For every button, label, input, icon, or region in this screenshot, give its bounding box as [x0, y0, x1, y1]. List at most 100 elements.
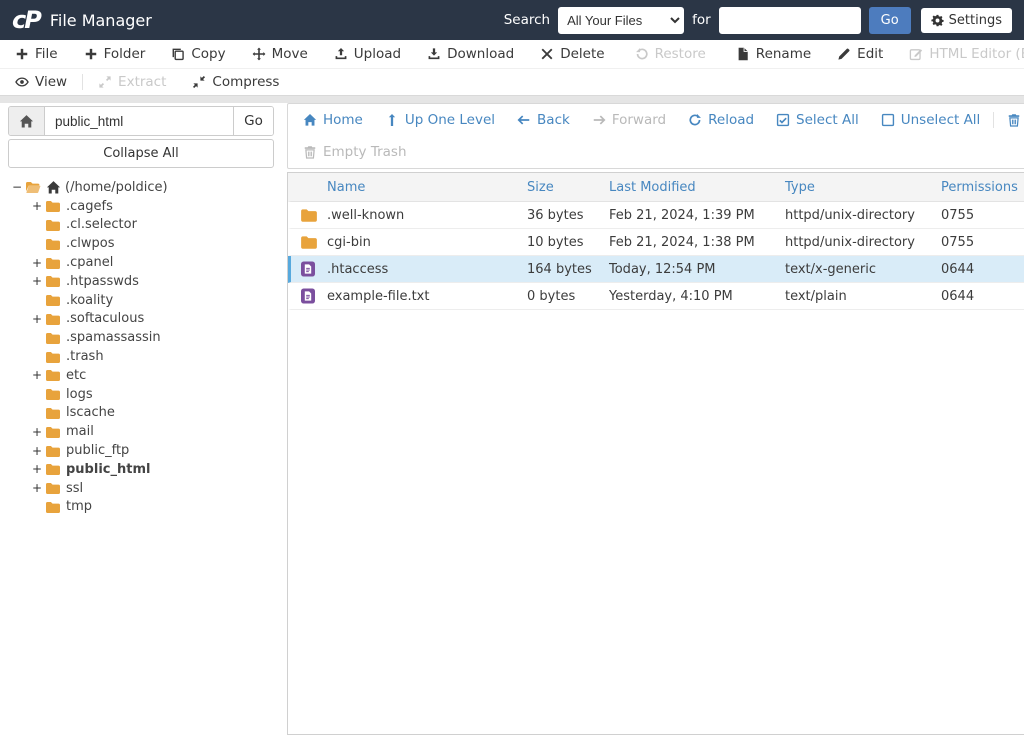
file-row-htaccess[interactable]: .htaccess 164 bytes Today, 12:54 PM text/x-…: [288, 256, 1024, 283]
column-header-permissions[interactable]: Permissions: [941, 180, 1024, 195]
search-scope-select[interactable]: All Your Files: [558, 6, 685, 34]
tree-item-home-poldice[interactable]: − (/home/poldice): [8, 178, 274, 197]
left-icon: [517, 113, 531, 127]
tree-item-spamassassin[interactable]: .spamassassin: [8, 328, 274, 347]
table-header: Name Size Last Modified Type Permissions: [288, 173, 1024, 202]
column-header-name[interactable]: Name: [327, 180, 527, 195]
delete-button[interactable]: Delete: [527, 46, 617, 62]
tree-item-public-ftp[interactable]: + public_ftp: [8, 441, 274, 460]
home-addon[interactable]: [9, 107, 45, 135]
back-button[interactable]: Back: [506, 112, 581, 128]
download-button[interactable]: Download: [414, 46, 527, 62]
path-input[interactable]: [45, 107, 233, 135]
upload-button[interactable]: Upload: [321, 46, 414, 62]
square-icon: [881, 113, 895, 127]
tree-item-koality[interactable]: .koality: [8, 291, 274, 310]
tree-item-logs[interactable]: logs: [8, 385, 274, 404]
file-type-icon-cell: [291, 206, 327, 224]
file-name: .htaccess: [327, 261, 389, 277]
folder-button[interactable]: Folder: [71, 46, 159, 62]
tree-item-trash[interactable]: .trash: [8, 347, 274, 366]
collapse-all-button[interactable]: Collapse All: [8, 139, 274, 168]
tree-label: tmp: [66, 499, 93, 515]
folder-icon: [45, 273, 61, 289]
tree-item-mail[interactable]: + mail: [8, 422, 274, 441]
folder-icon: [45, 198, 61, 214]
search-label: Search: [503, 12, 551, 28]
search-input[interactable]: [718, 6, 861, 34]
copy-button[interactable]: Copy: [158, 46, 238, 62]
reload-label: Reload: [708, 112, 755, 128]
expand-icon[interactable]: +: [32, 481, 45, 495]
home-icon: [303, 113, 317, 127]
unselect-all-label: Unselect All: [900, 112, 981, 128]
compress-button[interactable]: Compress: [179, 74, 292, 90]
column-header-size[interactable]: Size: [527, 180, 609, 195]
reload-button[interactable]: Reload: [677, 112, 765, 128]
tree-item-lscache[interactable]: lscache: [8, 404, 274, 423]
expand-icon[interactable]: +: [32, 312, 45, 326]
tree-label: etc: [66, 367, 87, 383]
file-name: cgi-bin: [327, 234, 371, 250]
expand-icon[interactable]: +: [32, 199, 45, 213]
tree-item-cpanel[interactable]: + .cpanel: [8, 253, 274, 272]
folder-label: Folder: [103, 46, 146, 62]
tree-item-cagefs[interactable]: + .cagefs: [8, 197, 274, 216]
settings-button[interactable]: Settings: [920, 7, 1012, 33]
file-type-icon-cell: [291, 261, 327, 277]
forward-button: Forward: [581, 112, 677, 128]
tree-item-tmp[interactable]: tmp: [8, 498, 274, 517]
expand-icon[interactable]: +: [32, 274, 45, 288]
file-type: httpd/unix-directory: [785, 234, 915, 250]
extract-button: Extract: [85, 74, 179, 90]
folder-open-icon: [25, 179, 41, 195]
file-name: example-file.txt: [327, 288, 430, 304]
tree-item-clwpos[interactable]: .clwpos: [8, 234, 274, 253]
doc-icon: [300, 288, 316, 304]
file-row-cgi-bin[interactable]: cgi-bin 10 bytes Feb 21, 2024, 1:38 PM http…: [288, 229, 1024, 256]
toolbar-content-divider: [0, 95, 1024, 103]
file-row-well-known[interactable]: .well-known 36 bytes Feb 21, 2024, 1:39 PM…: [288, 202, 1024, 229]
up-icon: [385, 113, 399, 127]
view-button[interactable]: View: [2, 74, 80, 90]
column-header-type[interactable]: Type: [785, 180, 941, 195]
unselect-all-button[interactable]: Unselect All: [870, 112, 992, 128]
folder-icon: [300, 206, 318, 224]
file-row-example-file-txt[interactable]: example-file.txt 0 bytes Yesterday, 4:10 P…: [288, 283, 1024, 310]
tree-item-etc[interactable]: + etc: [8, 366, 274, 385]
tree-item-ssl[interactable]: + ssl: [8, 479, 274, 498]
edit-button[interactable]: Edit: [824, 46, 896, 62]
compress-label: Compress: [212, 74, 280, 90]
expand-icon[interactable]: +: [32, 256, 45, 270]
tree-label: .trash: [66, 349, 104, 365]
tree-item-public-html[interactable]: + public_html: [8, 460, 274, 479]
tree-item-cl-selector[interactable]: .cl.selector: [8, 216, 274, 235]
file-permissions: 0755: [941, 207, 975, 223]
html-editor-beta-label: HTML Editor (Beta): [929, 46, 1024, 62]
column-header-last-modified[interactable]: Last Modified: [609, 180, 785, 195]
tree-label: .koality: [66, 292, 114, 308]
file-type-icon-cell: [291, 233, 327, 251]
expand-icon[interactable]: +: [32, 368, 45, 382]
tree-item-htpasswds[interactable]: + .htpasswds: [8, 272, 274, 291]
collapse-icon[interactable]: −: [12, 180, 25, 194]
tree-label: public_html: [66, 461, 151, 477]
expand-icon[interactable]: +: [32, 444, 45, 458]
up-one-level-button[interactable]: Up One Level: [374, 112, 506, 128]
tree-item-softaculous[interactable]: + .softaculous: [8, 310, 274, 329]
move-button[interactable]: Move: [239, 46, 321, 62]
select-all-button[interactable]: Select All: [765, 112, 870, 128]
expand-icon[interactable]: +: [32, 425, 45, 439]
view-trash-button[interactable]: View Trash: [996, 112, 1024, 128]
rename-button[interactable]: Rename: [723, 46, 824, 62]
file-button[interactable]: File: [2, 46, 71, 62]
file-panel: Home Up One Level Back Forward Reload Select …: [287, 103, 1024, 743]
home-button[interactable]: Home: [292, 112, 374, 128]
path-go-button[interactable]: Go: [233, 107, 273, 135]
restore-button: Restore: [622, 46, 719, 62]
top-navbar: cP File Manager Search All Your Files fo…: [0, 0, 1024, 40]
tree-label: .cagefs: [66, 198, 113, 214]
folder-icon: [45, 480, 61, 496]
expand-icon[interactable]: +: [32, 462, 45, 476]
search-go-button[interactable]: Go: [868, 6, 911, 34]
